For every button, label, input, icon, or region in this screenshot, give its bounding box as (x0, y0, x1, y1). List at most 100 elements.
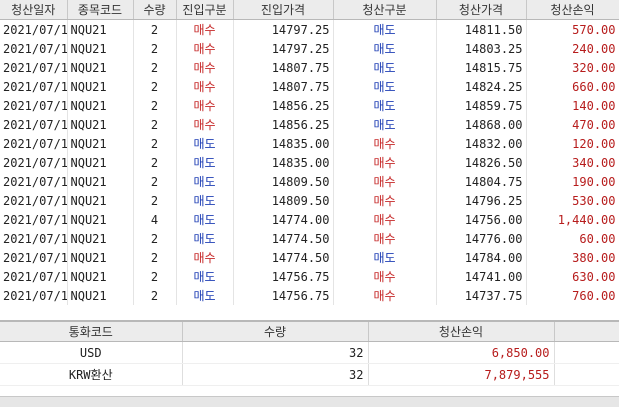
table-row[interactable]: 2021/07/16NQU212매수14856.25매도14859.75140.… (0, 96, 619, 115)
table-row[interactable]: 2021/07/16NQU212매도14809.50매수14804.75190.… (0, 172, 619, 191)
table-row[interactable]: 2021/07/16NQU212매수14774.50매도14784.00380.… (0, 248, 619, 267)
cell-date: 2021/07/16 (0, 248, 68, 267)
cell-qty: 2 (133, 134, 177, 153)
cell-exit-side: 매수 (333, 172, 437, 191)
trade-table-body: 2021/07/16NQU212매수14797.25매도14811.50570.… (0, 19, 619, 305)
summary-cell-blank (554, 341, 619, 364)
cell-qty: 2 (133, 286, 177, 305)
table-row[interactable]: 2021/07/16NQU212매도14835.00매수14826.50340.… (0, 153, 619, 172)
cell-exit-side: 매수 (333, 267, 437, 286)
cell-code: NQU21 (67, 19, 134, 39)
cell-pl: 630.00 (526, 267, 619, 286)
cell-exit-side: 매수 (333, 191, 437, 210)
cell-entry-price: 14807.75 (233, 58, 334, 77)
cell-entry-price: 14856.25 (233, 115, 334, 134)
cell-code: NQU21 (67, 77, 134, 96)
cell-date: 2021/07/16 (0, 229, 68, 248)
cell-exit-side: 매도 (333, 58, 437, 77)
cell-exit-price: 14815.75 (436, 58, 527, 77)
cell-code: NQU21 (67, 115, 134, 134)
summary-col-header-currency[interactable]: 통화코드 (0, 321, 183, 342)
cell-pl: 470.00 (526, 115, 619, 134)
cell-pl: 570.00 (526, 19, 619, 39)
table-row[interactable]: 2021/07/16NQU212매도14835.00매수14832.00120.… (0, 134, 619, 153)
cell-exit-side: 매수 (333, 153, 437, 172)
cell-entry-price: 14797.25 (233, 19, 334, 39)
cell-entry-price: 14797.25 (233, 39, 334, 58)
table-row[interactable]: 2021/07/16NQU214매도14774.00매수14756.001,44… (0, 210, 619, 229)
cell-code: NQU21 (67, 96, 134, 115)
cell-entry-side: 매수 (176, 19, 234, 39)
table-row[interactable]: 2021/07/16NQU212매도14774.50매수14776.0060.0… (0, 229, 619, 248)
cell-pl: 320.00 (526, 58, 619, 77)
cell-entry-side: 매수 (176, 39, 234, 58)
table-row[interactable]: 2021/07/16NQU212매수14807.75매도14815.75320.… (0, 58, 619, 77)
cell-exit-price: 14832.00 (436, 134, 527, 153)
cell-qty: 4 (133, 210, 177, 229)
cell-exit-price: 14824.25 (436, 77, 527, 96)
cell-pl: 340.00 (526, 153, 619, 172)
cell-pl: 60.00 (526, 229, 619, 248)
cell-exit-side: 매도 (333, 77, 437, 96)
cell-date: 2021/07/16 (0, 19, 68, 39)
table-row[interactable]: 2021/07/16NQU212매수14807.75매도14824.25660.… (0, 77, 619, 96)
cell-date: 2021/07/16 (0, 39, 68, 58)
cell-exit-side: 매도 (333, 115, 437, 134)
cell-pl: 760.00 (526, 286, 619, 305)
col-header-exit-side[interactable]: 청산구분 (333, 0, 437, 20)
cell-date: 2021/07/16 (0, 96, 68, 115)
cell-exit-price: 14803.25 (436, 39, 527, 58)
table-row[interactable]: 2021/07/16NQU212매도14809.50매수14796.25530.… (0, 191, 619, 210)
table-row[interactable]: 2021/07/16NQU212매도14756.75매수14741.00630.… (0, 267, 619, 286)
horizontal-scrollbar[interactable] (0, 396, 619, 407)
cell-exit-side: 매수 (333, 210, 437, 229)
col-header-entry-price[interactable]: 진입가격 (233, 0, 334, 20)
cell-entry-side: 매도 (176, 172, 234, 191)
cell-pl: 660.00 (526, 77, 619, 96)
cell-entry-side: 매도 (176, 286, 234, 305)
cell-date: 2021/07/16 (0, 267, 68, 286)
col-header-code[interactable]: 종목코드 (67, 0, 134, 20)
table-row[interactable]: 2021/07/16NQU212매수14797.25매도14811.50570.… (0, 19, 619, 39)
cell-entry-price: 14756.75 (233, 267, 334, 286)
cell-pl: 140.00 (526, 96, 619, 115)
cell-entry-price: 14756.75 (233, 286, 334, 305)
cell-exit-side: 매수 (333, 134, 437, 153)
cell-qty: 2 (133, 77, 177, 96)
cell-entry-price: 14835.00 (233, 153, 334, 172)
cell-date: 2021/07/16 (0, 77, 68, 96)
summary-cell-pl: 6,850.00 (368, 341, 555, 364)
settlement-panel: 청산일자 종목코드 수량 진입구분 진입가격 청산구분 청산가격 청산손익 20… (0, 0, 619, 407)
summary-row[interactable]: KRW환산 32 7,879,555 (0, 363, 619, 386)
col-header-entry-side[interactable]: 진입구분 (176, 0, 234, 20)
table-row[interactable]: 2021/07/16NQU212매도14756.75매수14737.75760.… (0, 286, 619, 305)
cell-code: NQU21 (67, 39, 134, 58)
table-row[interactable]: 2021/07/16NQU212매수14856.25매도14868.00470.… (0, 115, 619, 134)
cell-exit-price: 14756.00 (436, 210, 527, 229)
summary-cell-qty: 32 (182, 341, 369, 364)
cell-date: 2021/07/16 (0, 172, 68, 191)
summary-col-header-qty[interactable]: 수량 (182, 321, 369, 342)
cell-code: NQU21 (67, 210, 134, 229)
summary-col-header-blank (554, 321, 619, 342)
col-header-qty[interactable]: 수량 (133, 0, 177, 20)
cell-qty: 2 (133, 172, 177, 191)
cell-entry-price: 14809.50 (233, 191, 334, 210)
cell-entry-price: 14774.50 (233, 248, 334, 267)
cell-entry-side: 매수 (176, 58, 234, 77)
cell-pl: 240.00 (526, 39, 619, 58)
cell-code: NQU21 (67, 191, 134, 210)
summary-row[interactable]: USD 32 6,850.00 (0, 341, 619, 364)
cell-qty: 2 (133, 96, 177, 115)
cell-exit-side: 매도 (333, 19, 437, 39)
cell-entry-price: 14809.50 (233, 172, 334, 191)
col-header-date[interactable]: 청산일자 (0, 0, 68, 20)
cell-code: NQU21 (67, 134, 134, 153)
col-header-exit-price[interactable]: 청산가격 (436, 0, 527, 20)
cell-entry-price: 14807.75 (233, 77, 334, 96)
summary-col-header-pl[interactable]: 청산손익 (368, 321, 555, 342)
table-row[interactable]: 2021/07/16NQU212매수14797.25매도14803.25240.… (0, 39, 619, 58)
col-header-pl[interactable]: 청산손익 (526, 0, 619, 20)
cell-qty: 2 (133, 229, 177, 248)
cell-qty: 2 (133, 248, 177, 267)
